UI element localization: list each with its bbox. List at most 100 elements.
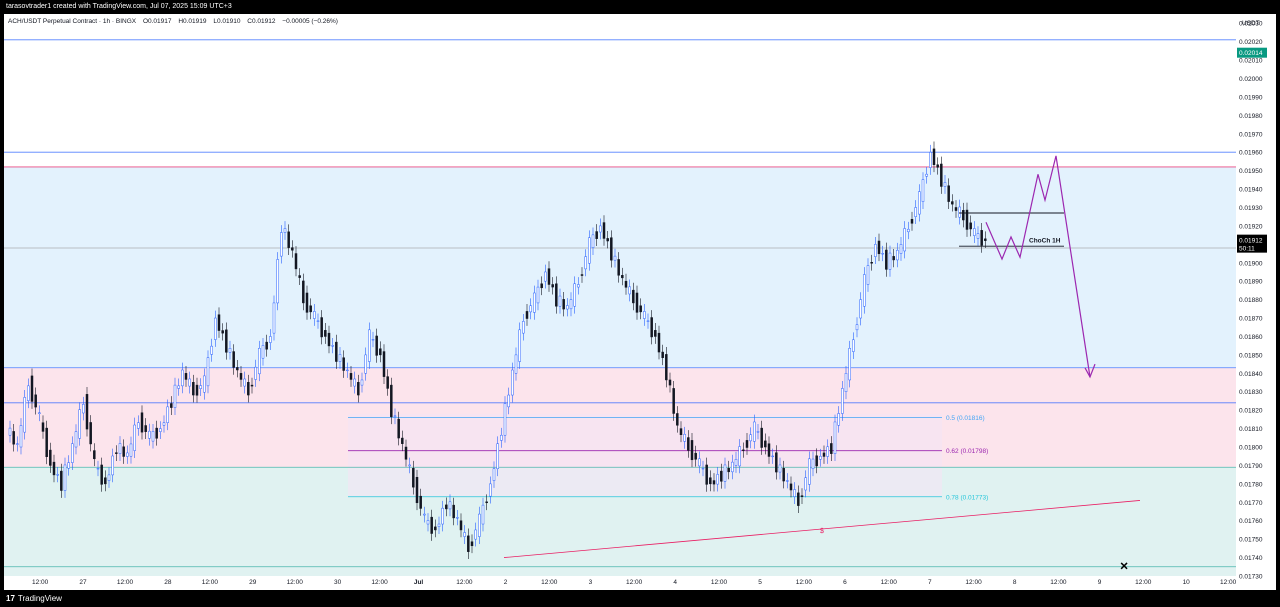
candle-body xyxy=(690,440,694,461)
candle-body xyxy=(140,412,144,433)
candle-body xyxy=(129,443,133,457)
candle-body xyxy=(173,384,177,408)
candle-body xyxy=(360,379,364,386)
candle-body xyxy=(833,421,837,454)
candle-body xyxy=(283,228,287,233)
candle-body xyxy=(470,541,474,547)
candle-body xyxy=(357,382,360,396)
candle-body xyxy=(650,317,653,338)
candle-body xyxy=(745,440,749,448)
candle-body xyxy=(184,373,188,380)
time-tick-label: 9 xyxy=(1098,579,1102,586)
time-tick-label: 7 xyxy=(928,579,932,586)
candle-body xyxy=(566,305,569,310)
time-tick-label: Jul xyxy=(414,579,424,586)
candle-body xyxy=(210,345,213,355)
price-tick-label: 0.01800 xyxy=(1239,445,1263,452)
price-tick-label: 0.01790 xyxy=(1239,463,1263,470)
candle-body xyxy=(265,341,268,350)
candle-body xyxy=(562,299,565,310)
time-tick-label: 12:00 xyxy=(541,579,558,586)
candle-body xyxy=(254,366,257,380)
time-tick-label: 12:00 xyxy=(711,579,728,586)
candle-body xyxy=(628,286,631,295)
watermark-text: tarasovtrader1 created with TradingView.… xyxy=(6,3,232,10)
candle-body xyxy=(71,443,74,463)
candle-body xyxy=(793,489,796,497)
candle-body xyxy=(137,422,140,429)
price-tick-label: 0.01750 xyxy=(1239,537,1263,544)
candle-body xyxy=(272,302,276,334)
candle-body xyxy=(947,185,950,202)
time-tick-label: 12:00 xyxy=(117,579,134,586)
candle-body xyxy=(247,382,250,396)
candle-body xyxy=(467,535,470,552)
price-tick-label: 0.01960 xyxy=(1239,150,1263,157)
candle-body xyxy=(313,311,316,319)
candle-body xyxy=(8,427,12,436)
candle-body xyxy=(940,163,943,187)
candle-body xyxy=(166,406,169,423)
candle-body xyxy=(668,379,672,386)
candle-body xyxy=(525,311,529,319)
candle-body xyxy=(452,504,455,519)
candle-body xyxy=(415,476,419,504)
countdown-label: 50:11 xyxy=(1239,246,1255,253)
time-tick-label: 4 xyxy=(673,579,677,586)
fib-label-1: 0.62 (0.01798) xyxy=(946,448,988,455)
candle-body xyxy=(866,265,870,285)
candle-body xyxy=(903,228,906,252)
candle-body xyxy=(800,495,804,497)
candle-body xyxy=(896,249,899,261)
candle-body xyxy=(925,173,928,177)
candle-body xyxy=(595,231,598,239)
candle-body xyxy=(12,431,15,445)
candle-body xyxy=(943,182,947,187)
symbol-legend: ACH/USDT Perpetual Contract · 1h · BINGX… xyxy=(8,18,343,25)
candle-body xyxy=(709,477,712,485)
candle-body xyxy=(481,504,485,525)
candle-body xyxy=(492,468,496,481)
candle-body xyxy=(122,446,125,457)
time-tick-label: 3 xyxy=(589,579,593,586)
candle-body xyxy=(489,483,492,497)
candle-body xyxy=(584,256,587,270)
time-tick-label: 10 xyxy=(1183,579,1191,586)
candle-body xyxy=(188,378,191,387)
candle-body xyxy=(118,443,122,454)
candle-body xyxy=(316,320,320,322)
candle-body xyxy=(291,247,294,251)
candle-body xyxy=(445,504,448,510)
price-tick-label: 0.01990 xyxy=(1239,94,1263,101)
candle-body xyxy=(148,430,151,439)
price-tick-label: 0.01890 xyxy=(1239,279,1263,286)
candle-body xyxy=(16,443,19,445)
candle-body xyxy=(371,339,375,341)
candle-body xyxy=(551,284,554,288)
candle-body xyxy=(698,458,701,467)
candle-body xyxy=(203,375,206,393)
candle-body xyxy=(617,259,620,276)
candle-body xyxy=(962,210,965,221)
candle-body xyxy=(720,470,723,482)
candle-body xyxy=(507,394,510,408)
time-tick-label: 12:00 xyxy=(202,579,219,586)
watermark-bar: tarasovtrader1 created with TradingView.… xyxy=(0,0,1280,14)
candle-body xyxy=(437,523,441,527)
price-tick-label: 0.01940 xyxy=(1239,187,1263,194)
candle-body xyxy=(159,428,162,432)
candle-body xyxy=(687,437,690,451)
candle-body xyxy=(74,431,78,448)
candle-body xyxy=(514,354,518,374)
candle-body xyxy=(976,233,980,239)
candle-body xyxy=(676,413,679,426)
price-chart[interactable]: 0.5 (0.01816) 0.62 (0.01798) 0.78 (0.01773… xyxy=(4,14,1276,590)
candle-body xyxy=(518,329,521,362)
candle-body xyxy=(401,437,404,444)
candle-body xyxy=(423,513,426,516)
candle-body xyxy=(892,256,895,261)
price-tick-label: 0.02020 xyxy=(1239,39,1263,46)
candle-body xyxy=(555,283,558,307)
candle-body xyxy=(324,330,327,337)
chart-frame[interactable]: 0.5 (0.01816) 0.62 (0.01798) 0.78 (0.01773… xyxy=(4,14,1276,590)
